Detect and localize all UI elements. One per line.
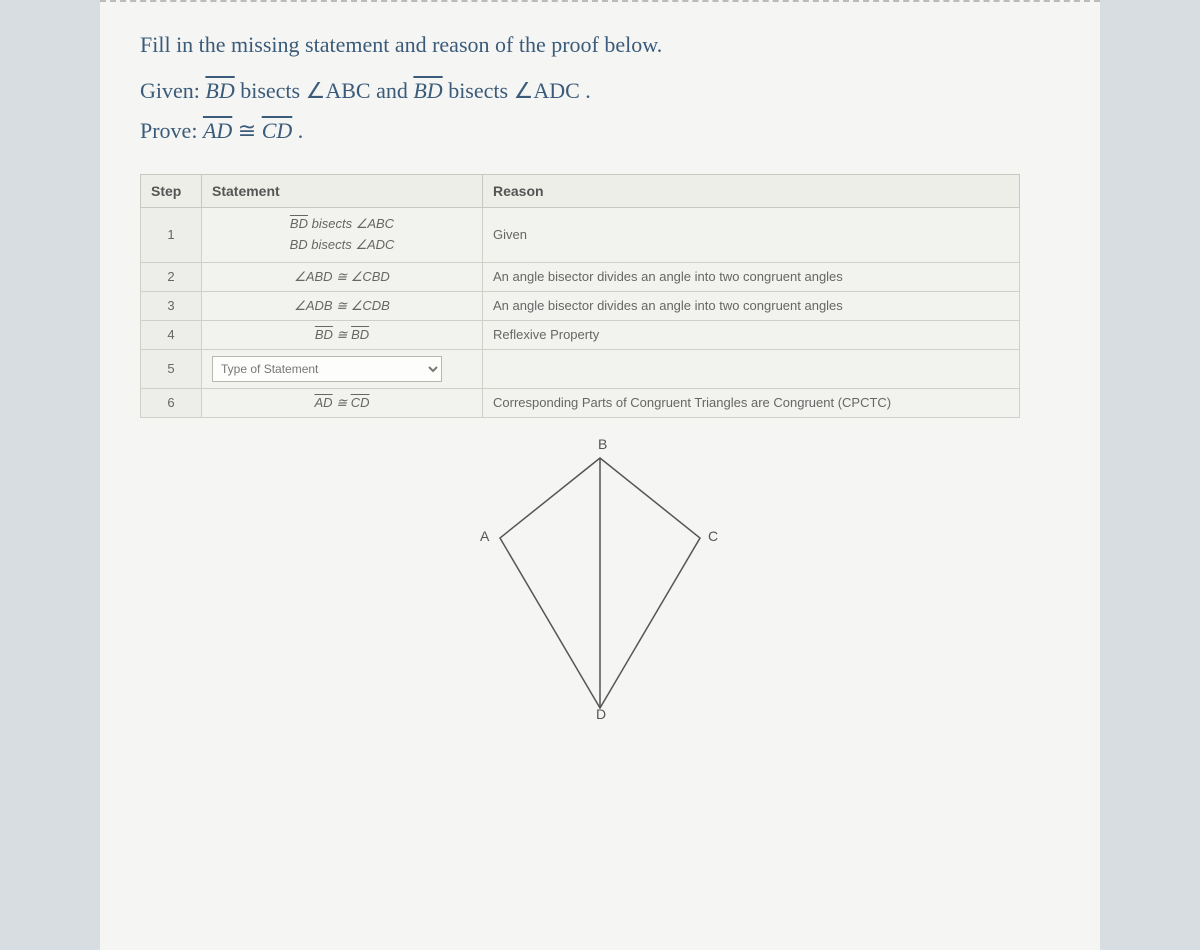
table-row: 4 BD BD Reflexive Property xyxy=(141,320,1020,349)
given-bisects-1: bisects xyxy=(240,78,305,103)
prove-prefix: Prove: xyxy=(140,118,203,143)
given-period: . xyxy=(585,78,591,103)
step-num: 1 xyxy=(141,208,202,263)
statement-cell: Type of Statement xyxy=(202,349,483,388)
reason-cell: Given xyxy=(483,208,1020,263)
reason-cell[interactable] xyxy=(483,349,1020,388)
angle-adc: ADC xyxy=(514,78,580,103)
angle-abc: ABC xyxy=(306,78,371,103)
kite-diagram: B A C D xyxy=(450,438,750,718)
header-step: Step xyxy=(141,175,202,208)
table-row: 1 BD bisects ABC BD bisects ADC xyxy=(141,208,1020,263)
given-line: Given: BD bisects ABC and BD bisects ADC… xyxy=(140,78,1060,104)
statement-cell: BD BD xyxy=(202,320,483,349)
step-num: 4 xyxy=(141,320,202,349)
proof-table-area: Step Statement Reason 1 BD bisects ABC xyxy=(140,174,1060,718)
instruction-text: Fill in the missing statement and reason… xyxy=(140,32,1060,58)
vertex-c: C xyxy=(708,528,718,544)
kite-svg xyxy=(450,438,750,718)
step-num: 6 xyxy=(141,388,202,417)
seg-cd: CD xyxy=(262,118,293,143)
statement-cell: ABD CBD xyxy=(202,262,483,291)
worksheet-page: Fill in the missing statement and reason… xyxy=(100,0,1100,950)
seg-ad: AD xyxy=(203,118,232,143)
vertex-d: D xyxy=(596,706,606,722)
prove-period: . xyxy=(298,118,304,143)
statement-cell: ADB CDB xyxy=(202,291,483,320)
step-num: 3 xyxy=(141,291,202,320)
prove-line: Prove: AD CD . xyxy=(140,118,1060,144)
given-bisects-2: bisects xyxy=(448,78,513,103)
table-row: 5 Type of Statement xyxy=(141,349,1020,388)
table-row: 2 ABD CBD An angle bisector divides an a… xyxy=(141,262,1020,291)
seg-bd-2: BD xyxy=(413,78,442,103)
reason-cell: Corresponding Parts of Congruent Triangl… xyxy=(483,388,1020,417)
statement-type-select[interactable]: Type of Statement xyxy=(212,356,442,382)
header-statement: Statement xyxy=(202,175,483,208)
reason-cell: An angle bisector divides an angle into … xyxy=(483,262,1020,291)
table-row: 6 AD CD Corresponding Parts of Congruent… xyxy=(141,388,1020,417)
reason-cell: An angle bisector divides an angle into … xyxy=(483,291,1020,320)
statement-cell: BD bisects ABC BD bisects ADC xyxy=(202,208,483,263)
step-num: 2 xyxy=(141,262,202,291)
vertex-a: A xyxy=(480,528,489,544)
reason-cell: Reflexive Property xyxy=(483,320,1020,349)
step-num: 5 xyxy=(141,349,202,388)
proof-table: Step Statement Reason 1 BD bisects ABC xyxy=(140,174,1020,418)
table-row: 3 ADB CDB An angle bisector divides an a… xyxy=(141,291,1020,320)
given-prefix: Given: xyxy=(140,78,205,103)
statement-cell: AD CD xyxy=(202,388,483,417)
vertex-b: B xyxy=(598,436,607,452)
header-reason: Reason xyxy=(483,175,1020,208)
given-and: and xyxy=(376,78,413,103)
seg-bd-1: BD xyxy=(205,78,234,103)
cong-symbol xyxy=(238,118,262,143)
